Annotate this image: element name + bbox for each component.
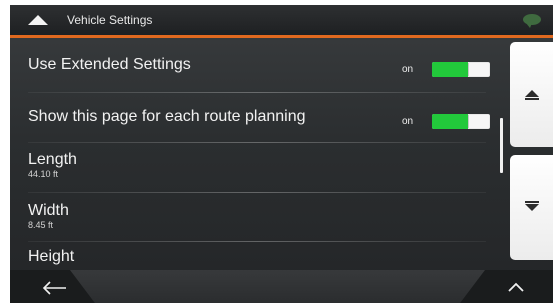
chat-bubble-icon — [523, 14, 541, 28]
dimension-value-length: 44.10 ft — [28, 169, 59, 179]
scroll-up-button[interactable] — [510, 42, 553, 147]
bottom-center-panel — [70, 270, 485, 303]
list-divider — [28, 142, 486, 143]
collapse-menu-icon[interactable] — [28, 15, 48, 25]
dimension-row-width[interactable]: Width 8.45 ft — [28, 202, 486, 230]
settings-list: Use Extended Settings on Show this page … — [10, 38, 500, 270]
setting-label-route-planning: Show this page for each route planning — [28, 108, 306, 125]
back-arrow-icon[interactable] — [42, 281, 68, 295]
list-divider — [28, 241, 486, 242]
list-divider — [28, 192, 486, 193]
list-divider — [28, 92, 486, 93]
toggle-route-planning-page[interactable] — [432, 114, 490, 129]
scrollbar-thumb[interactable] — [500, 118, 503, 173]
scroll-down-icon — [525, 204, 539, 211]
bottom-bar — [10, 270, 553, 303]
chevron-up-icon[interactable] — [507, 282, 525, 292]
dimension-value-width: 8.45 ft — [28, 220, 54, 230]
header-bar: Vehicle Settings — [10, 5, 553, 38]
dimension-row-length[interactable]: Length 44.10 ft — [28, 151, 486, 179]
dimension-row-height[interactable]: Height — [28, 248, 486, 266]
dimension-label-length: Length — [28, 151, 77, 168]
dimension-label-width: Width — [28, 202, 69, 219]
scroll-down-button[interactable] — [510, 155, 553, 260]
toggle-state-extended: on — [402, 64, 414, 75]
setting-label-extended: Use Extended Settings — [28, 56, 191, 73]
scroll-up-icon — [525, 90, 539, 97]
setting-row-extended[interactable]: Use Extended Settings — [28, 56, 486, 74]
dimension-label-height: Height — [28, 248, 75, 265]
page-title: Vehicle Settings — [67, 13, 153, 27]
toggle-state-route-planning: on — [402, 116, 414, 127]
toggle-extended-settings[interactable] — [432, 62, 490, 77]
navigation-screen: Vehicle Settings Use Extended Settings o… — [10, 5, 553, 303]
setting-row-route-planning[interactable]: Show this page for each route planning — [28, 108, 486, 126]
